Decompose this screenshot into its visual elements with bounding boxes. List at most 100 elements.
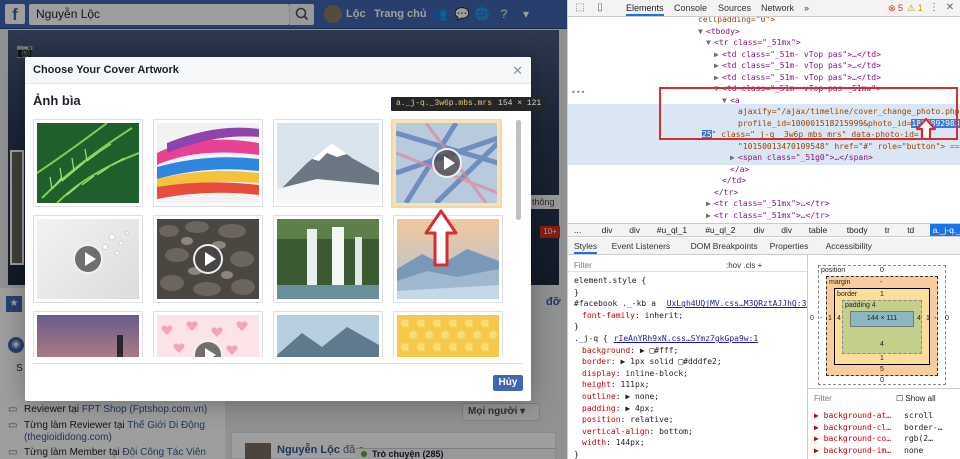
css-selector: #facebook ._-kb a	[574, 299, 661, 309]
subtab-properties[interactable]: Properties	[770, 241, 809, 251]
left-outer: 0	[810, 315, 814, 322]
breadcrumb-item[interactable]: table	[809, 225, 827, 235]
css-rule-line[interactable]: width: 144px;	[582, 437, 645, 448]
styles-filter-input[interactable]: Filter	[574, 260, 592, 271]
show-all-checkbox[interactable]: ☐ Show all	[896, 394, 936, 403]
dom-node-line[interactable]: cellpadding="0">	[690, 17, 775, 26]
artwork-thumb-yellow-dots[interactable]	[393, 311, 503, 357]
css-colon: :	[620, 415, 631, 425]
expand-arrow-icon[interactable]: ▼	[706, 37, 714, 49]
artwork-thumb-pink-hearts[interactable]	[153, 311, 263, 357]
dom-node-line[interactable]: </td>	[714, 175, 746, 187]
breadcrumb-item[interactable]: tbody	[847, 225, 868, 235]
subtab-styles[interactable]: Styles	[574, 241, 598, 254]
artwork-thumb-blue-stripes[interactable]	[391, 119, 502, 208]
warning-count[interactable]: ⚠ 1	[907, 3, 923, 14]
bottom-padding: 4	[880, 341, 884, 348]
expand-arrow-icon[interactable]: ▶	[714, 49, 722, 61]
dom-node-line[interactable]: </a>	[722, 164, 749, 176]
bottom-outer: 0	[880, 377, 884, 384]
error-count[interactable]: ⊗ 5	[888, 3, 903, 14]
dom-node-line[interactable]: ▶<tr class="_51mx">…</tr>	[706, 210, 830, 222]
dom-node-line[interactable]: ▶ <td class="_51m- vTop pas">…</td>	[714, 49, 881, 61]
expand-arrow-icon[interactable]: ▶	[714, 72, 722, 84]
css-rule-line[interactable]: position: relative;	[582, 414, 674, 425]
breadcrumb-item[interactable]: tr	[885, 225, 890, 235]
subtab-dom-breakpoints[interactable]: DOM Breakpoints	[691, 241, 758, 251]
computed-filter-input[interactable]: Filter	[814, 394, 832, 403]
computed-property-row[interactable]: ▶ background-co… rgb(2…	[814, 434, 933, 443]
breadcrumb-item[interactable]: #u_ql_1	[657, 225, 687, 235]
dom-node-line[interactable]: ▶<tr class="_51mx">…</tr>	[706, 198, 830, 210]
computed-property-row[interactable]: ▶ background-at… scroll	[814, 411, 933, 420]
more-options-icon[interactable]: ⋮	[928, 2, 940, 14]
breadcrumb-item[interactable]: div	[781, 225, 792, 235]
subtab-event-listeners[interactable]: Event Listeners	[612, 241, 671, 251]
css-rule-line[interactable]: font-family: inherit;	[582, 310, 683, 321]
computed-property-row[interactable]: ▶ background-im… none	[814, 446, 923, 455]
dom-node-line[interactable]: ▶ <td class="_51m- vTop pas">…</td>	[714, 72, 881, 84]
expand-arrow-icon[interactable]: ▶	[706, 210, 714, 222]
more-tabs-icon[interactable]: »	[804, 3, 809, 13]
breadcrumb-item[interactable]: td	[907, 225, 914, 235]
breadcrumb-item[interactable]: a._j-q._3w6p.mbs.mrs	[929, 224, 960, 236]
breadcrumb-item[interactable]: div	[629, 225, 640, 235]
css-rule-line[interactable]: background: ▶ □#fff;	[582, 345, 678, 356]
subtab-accessibility[interactable]: Accessibility	[826, 241, 872, 251]
right-outer: 0	[945, 315, 949, 322]
css-property: outline	[582, 392, 616, 401]
css-rule-line[interactable]: padding: ▶ 4px;	[582, 403, 654, 414]
pseudo-class-toggle[interactable]: :hov .cls +	[726, 260, 762, 271]
css-rule-line[interactable]: display: inline-block;	[582, 368, 688, 379]
artwork-thumb-snow-mountain[interactable]	[273, 119, 383, 207]
device-toolbar-icon[interactable]: ▯	[594, 2, 606, 14]
breadcrumb-item[interactable]: div	[754, 225, 765, 235]
expand-arrow-icon[interactable]: ▶	[706, 198, 714, 210]
dom-node-line[interactable]: ▶ <span class="_51g0">…</span>	[730, 152, 873, 164]
grid-scrollbar[interactable]	[516, 120, 521, 220]
stylesheet-link[interactable]: rIeAnYRh9xN.css…SYmz7gkGpa9w:1	[614, 334, 759, 343]
artwork-thumb-lighthouse[interactable]	[33, 311, 143, 357]
computed-property-row[interactable]: ▶ background-cl… border-…	[814, 423, 943, 432]
expand-arrow-icon[interactable]: ▼	[698, 26, 706, 38]
artwork-thumb-paint-streaks[interactable]	[153, 119, 263, 207]
artwork-thumb-fern[interactable]	[33, 119, 143, 207]
tab-sources[interactable]: Sources	[718, 3, 751, 13]
breadcrumb-item[interactable]: div	[602, 225, 613, 235]
close-icon[interactable]: ✕	[944, 2, 956, 14]
css-rule-line[interactable]: border: ▶ 1px solid □#dddfe2;	[582, 356, 722, 367]
cancel-button[interactable]: Hủy	[493, 375, 523, 391]
dom-node-line[interactable]: "10150013470109548" href="#" role="butto…	[730, 141, 960, 153]
dom-node-line[interactable]: ▶ <td class="_51m- vTop pas">…</td>	[714, 60, 881, 72]
artwork-thumb-waterfall[interactable]	[273, 215, 383, 303]
breadcrumb: ... div div #u_ql_1 #u_ql_2 div div table tbody t…	[568, 223, 960, 237]
dom-node-text: <tr class="_51mx">…</tr>	[714, 210, 830, 220]
tab-console[interactable]: Console	[674, 3, 707, 13]
computed-pane: Filter ☐ Show all ▶ background-at… scroll…	[808, 388, 960, 459]
dom-node-line[interactable]: ▼ <tbody>	[698, 26, 740, 38]
dom-node-line[interactable]: </tr>	[706, 187, 738, 199]
stylesheet-link[interactable]: UxLgh4UQjMV.css…M3QRztAJJhQ:30	[667, 299, 807, 308]
css-rule-line[interactable]: vertical-align: bottom;	[582, 426, 693, 437]
css-rule-line: }	[574, 449, 579, 459]
dom-eq-marker: == $0	[949, 141, 960, 151]
tab-elements[interactable]: Elements	[626, 3, 664, 16]
close-icon[interactable]: ✕	[512, 63, 523, 79]
expand-arrow-icon[interactable]: ▶	[714, 60, 722, 72]
dom-node-line[interactable]: ▼ <tr class="_51mx">	[706, 37, 801, 49]
breadcrumb-item[interactable]: #u_ql_2	[705, 225, 735, 235]
artwork-thumb-white-bubbles[interactable]	[33, 215, 143, 303]
box-content[interactable]: 144 × 111	[850, 311, 914, 327]
section-title: Ảnh bìa	[33, 93, 81, 108]
annotation-arrow-icon	[424, 209, 458, 267]
css-rule-line[interactable]: outline: ▶ none;	[582, 391, 659, 402]
breadcrumb-item[interactable]: ...	[574, 225, 581, 235]
artwork-thumb-pebbles[interactable]	[153, 215, 263, 303]
computed-property-value: scroll	[904, 411, 933, 420]
tab-network[interactable]: Network	[761, 3, 794, 13]
css-rule-line[interactable]: height: 111px;	[582, 379, 649, 390]
css-property: display	[582, 368, 616, 378]
inspect-element-icon[interactable]: ⬚	[574, 2, 586, 14]
expand-arrow-icon[interactable]: ▶	[730, 152, 738, 164]
artwork-thumb-mountain-lake[interactable]	[273, 311, 383, 357]
